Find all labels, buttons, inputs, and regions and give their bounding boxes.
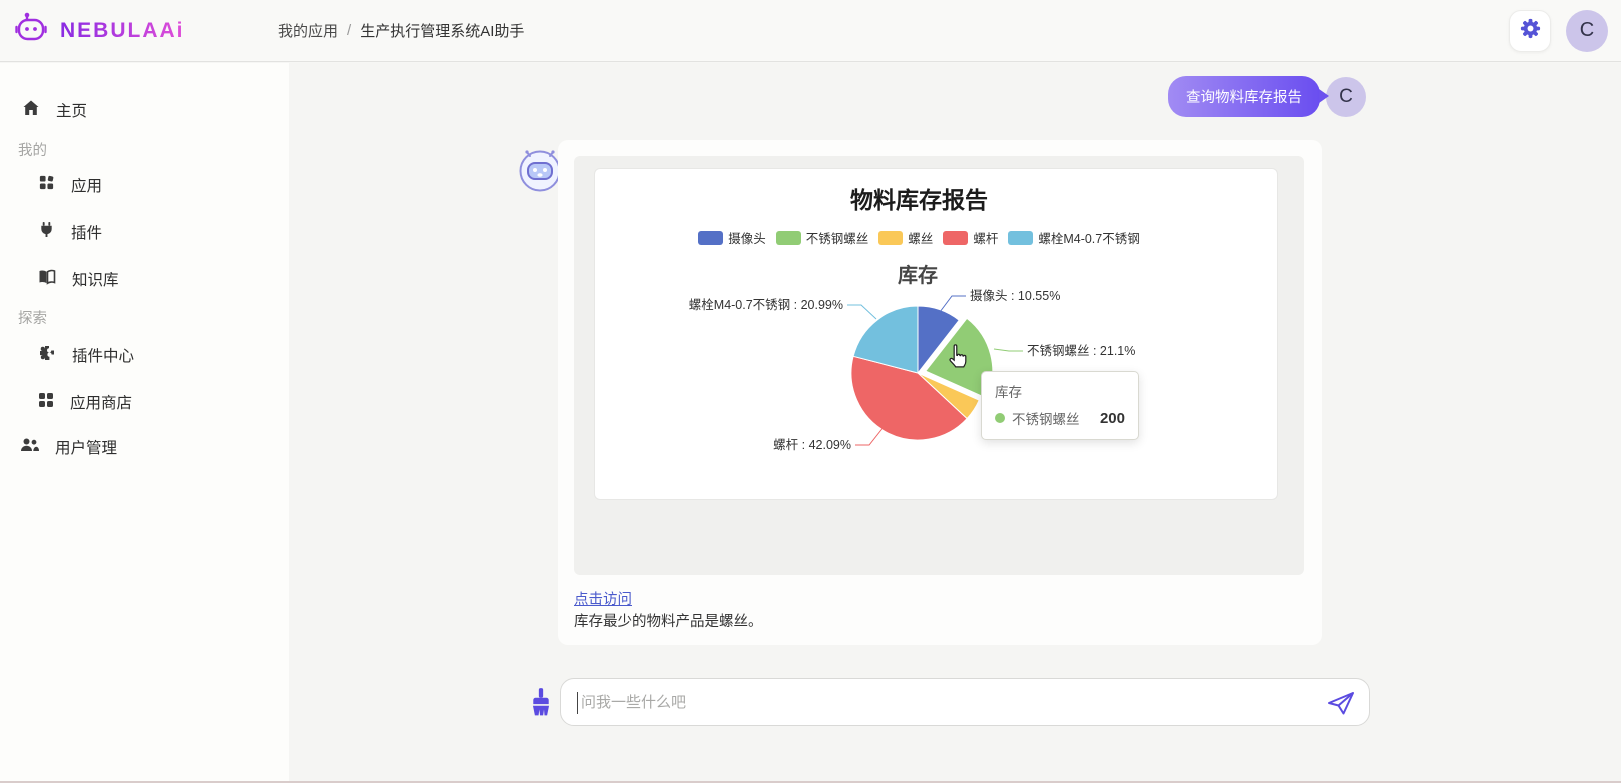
sidebar-item-plugin-center[interactable]: 插件中心 — [38, 342, 134, 368]
sidebar-item-app-store[interactable]: 应用商店 — [38, 389, 132, 415]
puzzle-icon — [38, 344, 56, 367]
sidebar-item-user-management[interactable]: 用户管理 — [20, 434, 117, 460]
sidebar-item-label: 知识库 — [72, 268, 119, 290]
user-avatar[interactable]: C — [1566, 10, 1608, 52]
broom-icon — [528, 704, 554, 721]
send-button[interactable] — [1326, 689, 1356, 722]
apps-icon — [38, 174, 55, 196]
chat-input[interactable] — [561, 679, 1369, 725]
home-icon — [22, 99, 40, 122]
leader-line-camera — [940, 296, 966, 312]
sidebar-item-label: 应用商店 — [70, 391, 132, 413]
sidebar-item-label: 主页 — [56, 99, 87, 121]
sidebar-item-home[interactable]: 主页 — [22, 97, 87, 123]
chart-tooltip: 库存 不锈钢螺丝 200 — [981, 371, 1139, 440]
pie-label-camera: 摄像头 : 10.55% — [970, 288, 1060, 303]
settings-button[interactable] — [1509, 10, 1551, 52]
cursor-pointer-icon — [947, 344, 969, 375]
top-bar: NEBULAAi 我的应用 / 生产执行管理系统AI助手 C — [0, 0, 1621, 62]
user-message-bubble: 查询物料库存报告 — [1168, 76, 1320, 117]
gear-icon — [1519, 17, 1542, 45]
sidebar-item-knowledge-base[interactable]: 知识库 — [38, 266, 119, 292]
chart-embed-frame: 物料库存报告 摄像头 不锈钢螺丝 螺丝 — [574, 156, 1304, 575]
sidebar-item-label: 应用 — [71, 174, 102, 196]
sidebar-item-apps[interactable]: 应用 — [38, 172, 102, 198]
user-message-row: 查询物料库存报告 C — [1168, 76, 1366, 117]
brand-name: NEBULAAi — [60, 19, 185, 43]
tooltip-series-name: 库存 — [995, 381, 1125, 401]
clear-context-button[interactable] — [528, 687, 554, 722]
pie-chart: 摄像头 : 10.55% 不锈钢螺丝 : 21.1% 螺杆 : 42.09% 螺… — [595, 169, 1279, 501]
sidebar-item-plugins[interactable]: 插件 — [38, 219, 102, 245]
assistant-robot-avatar — [518, 148, 562, 197]
breadcrumb-current-app: 生产执行管理系统AI助手 — [360, 20, 524, 41]
sidebar-item-label: 插件中心 — [72, 344, 134, 366]
tooltip-series-dot — [995, 413, 1005, 423]
robot-logo-icon — [14, 10, 50, 51]
user-message-avatar: C — [1326, 77, 1366, 117]
tooltip-item-value: 200 — [1100, 410, 1125, 427]
tooltip-item-name: 不锈钢螺丝 — [1012, 408, 1080, 428]
leader-line-stainless-screw — [994, 349, 1023, 351]
pie-label-rod: 螺杆 : 42.09% — [773, 438, 851, 452]
assistant-summary-text: 库存最少的物料产品是螺丝。 — [574, 610, 763, 631]
brand-logo[interactable]: NEBULAAi — [0, 10, 278, 51]
sidebar-item-label: 插件 — [71, 221, 102, 243]
store-grid-icon — [38, 392, 54, 413]
leader-line-rod — [855, 426, 884, 445]
sidebar: 主页 我的 应用 插件 知识库 — [0, 63, 289, 781]
chat-area: 查询物料库存报告 C 物料库存报告 摄像头 — [289, 63, 1621, 781]
sidebar-item-label: 用户管理 — [55, 436, 117, 458]
breadcrumb-separator: / — [347, 22, 351, 39]
sidebar-section-mine: 我的 — [18, 139, 47, 160]
users-icon — [20, 436, 39, 458]
plug-icon — [38, 221, 55, 243]
breadcrumb: 我的应用 / 生产执行管理系统AI助手 — [278, 20, 524, 41]
book-icon — [38, 269, 56, 290]
assistant-message-bubble: 物料库存报告 摄像头 不锈钢螺丝 螺丝 — [558, 140, 1322, 645]
chat-input-box — [560, 678, 1370, 726]
text-caret — [577, 692, 578, 714]
sidebar-section-explore: 探索 — [18, 307, 47, 328]
pie-label-stainless-screw: 不锈钢螺丝 : 21.1% — [1027, 343, 1135, 358]
inventory-chart-card: 物料库存报告 摄像头 不锈钢螺丝 螺丝 — [594, 168, 1278, 500]
visit-link[interactable]: 点击访问 — [574, 592, 632, 608]
send-plane-icon — [1326, 704, 1356, 721]
breadcrumb-my-apps[interactable]: 我的应用 — [278, 20, 338, 41]
leader-line-bolt-m4 — [847, 305, 876, 319]
pie-label-bolt-m4: 螺栓M4-0.7不锈钢 : 20.99% — [689, 297, 843, 312]
